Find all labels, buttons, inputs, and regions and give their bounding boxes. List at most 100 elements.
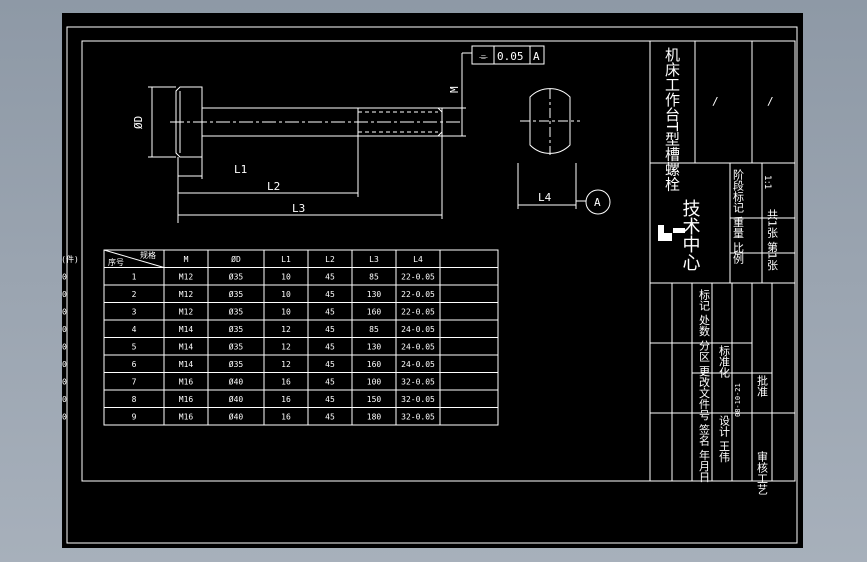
table-cell: 20 xyxy=(62,325,67,334)
table-cell: 20 xyxy=(62,377,67,386)
scale-value: 1:1 xyxy=(762,175,772,189)
dim-label-m: M xyxy=(448,86,461,93)
table-cell: 6 xyxy=(132,360,137,369)
table-cell: 32-0.05 xyxy=(401,395,435,404)
table-cell: 160 xyxy=(367,307,382,316)
drawing-sheet: ØD M L1 L2 L3 ⌯ 0.05 A L4 A 规格序号 M ØD L1… xyxy=(62,26,798,544)
table-cell: 12 xyxy=(281,360,291,369)
title-slash-1: / xyxy=(712,95,719,108)
table-cell: 32-0.05 xyxy=(401,377,435,386)
drawing-title: 机床工作台T型槽螺栓 xyxy=(663,47,681,191)
approval-label: 批准 xyxy=(756,374,769,397)
table-header-spec: 规格 xyxy=(140,250,156,260)
standardization-label: 标准化 xyxy=(718,344,731,379)
table-cell: 4 xyxy=(132,325,137,334)
designer: 设计 王伟 xyxy=(718,415,731,463)
table-cell: 85 xyxy=(369,272,379,281)
table-header-cell: L4 xyxy=(413,255,423,264)
table-cell: 24-0.05 xyxy=(401,360,435,369)
table-cell: M16 xyxy=(179,377,194,386)
title-slash-2: / xyxy=(767,95,774,108)
table-cell: 45 xyxy=(325,290,335,299)
table-cell: 20 xyxy=(62,360,67,369)
datum-marker: A xyxy=(594,196,601,209)
table-cell: 10 xyxy=(281,307,291,316)
table-cell: 1 xyxy=(132,272,137,281)
table-cell: M12 xyxy=(179,272,194,281)
dim-label-l4: L4 xyxy=(538,191,552,204)
company-name: 技术中心 xyxy=(680,199,701,271)
table-cell: Ø35 xyxy=(229,271,244,281)
table-cell: Ø40 xyxy=(229,411,244,421)
table-header-cell: L1 xyxy=(281,255,291,264)
table-cell: M14 xyxy=(179,325,194,334)
tolerance-value: 0.05 xyxy=(497,50,524,63)
review-label: 审核 xyxy=(756,450,769,474)
table-cell: Ø40 xyxy=(229,376,244,386)
table-cell: 180 xyxy=(367,412,382,421)
table-cell: 16 xyxy=(281,412,291,421)
table-cell: 10 xyxy=(62,290,67,299)
table-header-cell: 数量(件) xyxy=(62,254,79,264)
table-header-cell: ØD xyxy=(231,254,241,264)
spec-table: 规格序号MØDL1L2L3L4数量(件)1M12Ø3510458522-0.05… xyxy=(62,249,499,426)
tolerance-symbol: ⌯ xyxy=(479,50,488,63)
table-cell: 9 xyxy=(132,412,137,421)
table-cell: Ø35 xyxy=(229,359,244,369)
drawing-canvas[interactable]: ØD M L1 L2 L3 ⌯ 0.05 A L4 A 规格 序号 M ØD L… xyxy=(62,13,803,548)
table-cell: 130 xyxy=(367,342,382,351)
table-cell: 45 xyxy=(325,272,335,281)
dim-label-d: ØD xyxy=(132,116,145,129)
table-header-no: 序号 xyxy=(108,257,124,267)
table-cell: 24-0.05 xyxy=(401,342,435,351)
tolerance-datum: A xyxy=(533,50,540,63)
table-header-cell: M xyxy=(184,255,189,264)
revision-header: 标记 处数 分区 更改文件号 签名 年月日 xyxy=(698,288,711,483)
table-cell: 16 xyxy=(281,395,291,404)
table-cell: Ø35 xyxy=(229,341,244,351)
sheet-count: 共1张 第1张 xyxy=(766,209,779,271)
table-cell: M16 xyxy=(179,395,194,404)
table-cell: 85 xyxy=(369,325,379,334)
dim-label-l3: L3 xyxy=(292,202,305,215)
table-cell: 10 xyxy=(62,272,67,281)
table-cell: Ø35 xyxy=(229,289,244,299)
table-cell: M12 xyxy=(179,307,194,316)
table-header-cell: L2 xyxy=(325,255,335,264)
table-cell: M14 xyxy=(179,342,194,351)
table-cell: Ø40 xyxy=(229,394,244,404)
table-cell: 22-0.05 xyxy=(401,290,435,299)
dim-label-l1: L1 xyxy=(234,163,247,176)
table-cell: Ø35 xyxy=(229,324,244,334)
table-cell: 2 xyxy=(132,290,137,299)
table-cell: 10 xyxy=(62,307,67,316)
table-cell: 22-0.05 xyxy=(401,307,435,316)
table-cell: 45 xyxy=(325,377,335,386)
design-date: 08-10-21 xyxy=(734,383,742,417)
table-cell: 45 xyxy=(325,325,335,334)
table-cell: 45 xyxy=(325,395,335,404)
table-cell: 3 xyxy=(132,307,137,316)
model-space-viewport: ØD M L1 L2 L3 ⌯ 0.05 A L4 A 规格 序号 M ØD L… xyxy=(0,0,867,562)
table-cell: 8 xyxy=(132,395,137,404)
bolt-side-view xyxy=(148,45,545,223)
table-cell: 45 xyxy=(325,360,335,369)
table-cell: Ø35 xyxy=(229,306,244,316)
table-cell: 10 xyxy=(281,272,291,281)
table-cell: 20 xyxy=(62,395,67,404)
table-cell: 16 xyxy=(281,377,291,386)
table-cell: 24-0.05 xyxy=(401,325,435,334)
process-label: 工艺 xyxy=(756,473,769,495)
table-cell: M16 xyxy=(179,412,194,421)
stage-weight-scale-labels: 阶段标记 重量 比例 xyxy=(732,168,745,264)
table-cell: 45 xyxy=(325,342,335,351)
table-cell: M12 xyxy=(179,290,194,299)
table-cell: 130 xyxy=(367,290,382,299)
table-cell: 32-0.05 xyxy=(401,412,435,421)
table-cell: 5 xyxy=(132,342,137,351)
table-cell: 45 xyxy=(325,412,335,421)
table-cell: M14 xyxy=(179,360,194,369)
table-cell: 7 xyxy=(132,377,137,386)
table-cell: 22-0.05 xyxy=(401,272,435,281)
table-cell: 45 xyxy=(325,307,335,316)
